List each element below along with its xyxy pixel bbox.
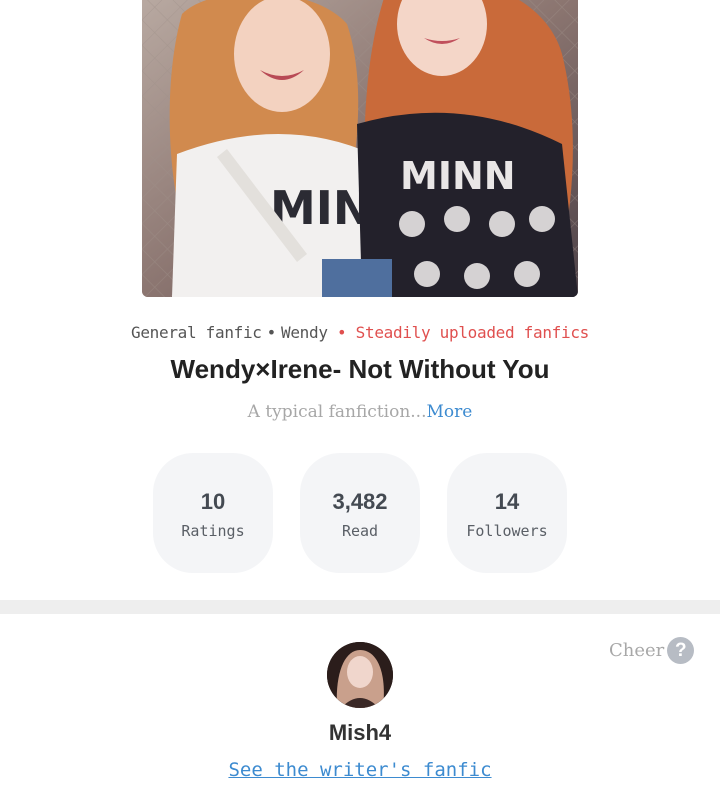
stat-followers[interactable]: 14 Followers [447,453,567,573]
description-text: A typical fanfiction... [247,402,427,422]
cover-photo-illustration: MINN MINN [142,0,578,297]
fanfic-meta-line: General fanfic • Wendy • Steadily uploaded… [0,323,720,342]
stat-label: Followers [466,522,548,540]
stat-label: Ratings [181,522,245,540]
fanfic-detail-page: MINN MINN General fanfic • Wendy • Stead… [0,0,720,811]
stat-value: 14 [494,489,520,514]
avatar-photo [327,642,393,708]
stat-label: Read [341,522,379,540]
stat-value: 10 [200,489,226,514]
fanfic-title: Wendy×Irene- Not Without You [170,354,550,384]
stat-ratings[interactable]: 10 Ratings [153,453,273,573]
meta-separator: • [266,323,277,342]
genre-label[interactable]: General fanfic [131,323,262,342]
stat-value: 3,482 [332,489,388,514]
upload-status: • Steadily uploaded fanfics [337,323,590,342]
cheer-label: Cheer [609,640,665,661]
writer-avatar[interactable] [327,642,393,708]
cover-image[interactable]: MINN MINN [142,0,578,297]
more-link[interactable]: More [427,402,473,422]
help-icon[interactable]: ? [667,637,695,664]
author-tag[interactable]: Wendy [281,323,328,342]
fanfic-description: A typical fanfiction...More [0,402,720,422]
see-writer-fanfic-link[interactable]: See the writer's fanfic [0,759,720,781]
svg-text:MINN: MINN [400,154,516,198]
cheer-button[interactable]: Cheer ? [609,637,695,664]
section-divider [0,600,720,614]
stat-read[interactable]: 3,482 Read [300,453,420,573]
writer-name[interactable]: Mish4 [0,720,720,746]
